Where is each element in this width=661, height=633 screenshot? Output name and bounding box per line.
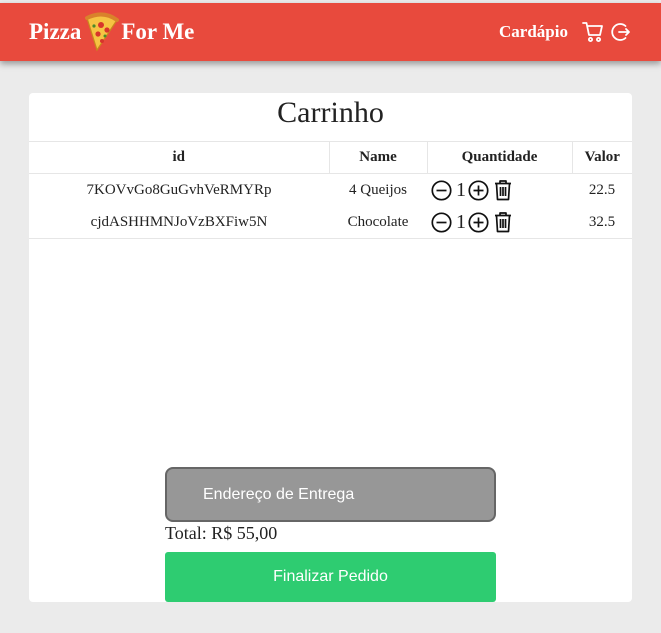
increase-quantity-icon[interactable] xyxy=(468,211,489,233)
finish-order-button[interactable]: Finalizar Pedido xyxy=(165,552,496,602)
cart-table: id Name Quantidade Valor 7KOVvGo8GuGvhVe… xyxy=(29,141,632,239)
cart-title: Carrinho xyxy=(277,96,384,129)
table-header-row: id Name Quantidade Valor xyxy=(29,141,632,174)
total-text: Total: R$ 55,00 xyxy=(165,523,278,543)
cell-value: 32.5 xyxy=(572,206,632,239)
brand-name-part1: Pizza xyxy=(29,19,82,44)
column-header-name: Name xyxy=(329,141,428,174)
cell-id: 7KOVvGo8GuGvhVeRMYRp xyxy=(86,181,272,198)
table-row: cjdASHHMNJoVzBXFiw5N Chocolate 1 32.5 xyxy=(29,206,632,239)
decrease-quantity-icon[interactable] xyxy=(431,179,452,201)
brand-name-part2: For Me xyxy=(121,19,195,44)
logout-icon[interactable] xyxy=(609,21,631,43)
nav-menu-link[interactable]: Cardápio xyxy=(499,22,568,42)
table-row: 7KOVvGo8GuGvhVeRMYRp 4 Queijos 1 22.5 xyxy=(29,174,632,207)
quantity-value: 1 xyxy=(456,210,466,233)
delivery-address-field[interactable]: Endereço de Entrega xyxy=(165,467,496,522)
pizza-slice-icon xyxy=(85,12,120,52)
column-header-value: Valor xyxy=(572,141,632,174)
quantity-value: 1 xyxy=(456,178,466,201)
increase-quantity-icon[interactable] xyxy=(468,179,489,201)
cell-name: Chocolate xyxy=(329,206,427,239)
cell-id: cjdASHHMNJoVzBXFiw5N xyxy=(29,206,329,239)
cell-quantity: 1 xyxy=(427,174,572,207)
trash-icon[interactable] xyxy=(493,211,513,233)
cell-value: 22.5 xyxy=(588,181,616,198)
trash-icon[interactable] xyxy=(493,179,513,201)
cell-name: 4 Queijos xyxy=(349,181,407,198)
nav-right: Cardápio xyxy=(499,21,631,43)
cart-icon[interactable] xyxy=(582,21,604,43)
column-header-quantity: Quantidade xyxy=(427,141,573,174)
column-header-id: id xyxy=(29,141,330,174)
brand-logo[interactable]: Pizza For Me xyxy=(29,12,194,52)
cart-card: Carrinho id Name Quantidade Valor 7KOVvG… xyxy=(29,93,632,602)
top-navbar: Pizza For Me Cardápio xyxy=(0,3,661,61)
cell-quantity: 1 xyxy=(427,206,572,239)
decrease-quantity-icon[interactable] xyxy=(431,211,452,233)
